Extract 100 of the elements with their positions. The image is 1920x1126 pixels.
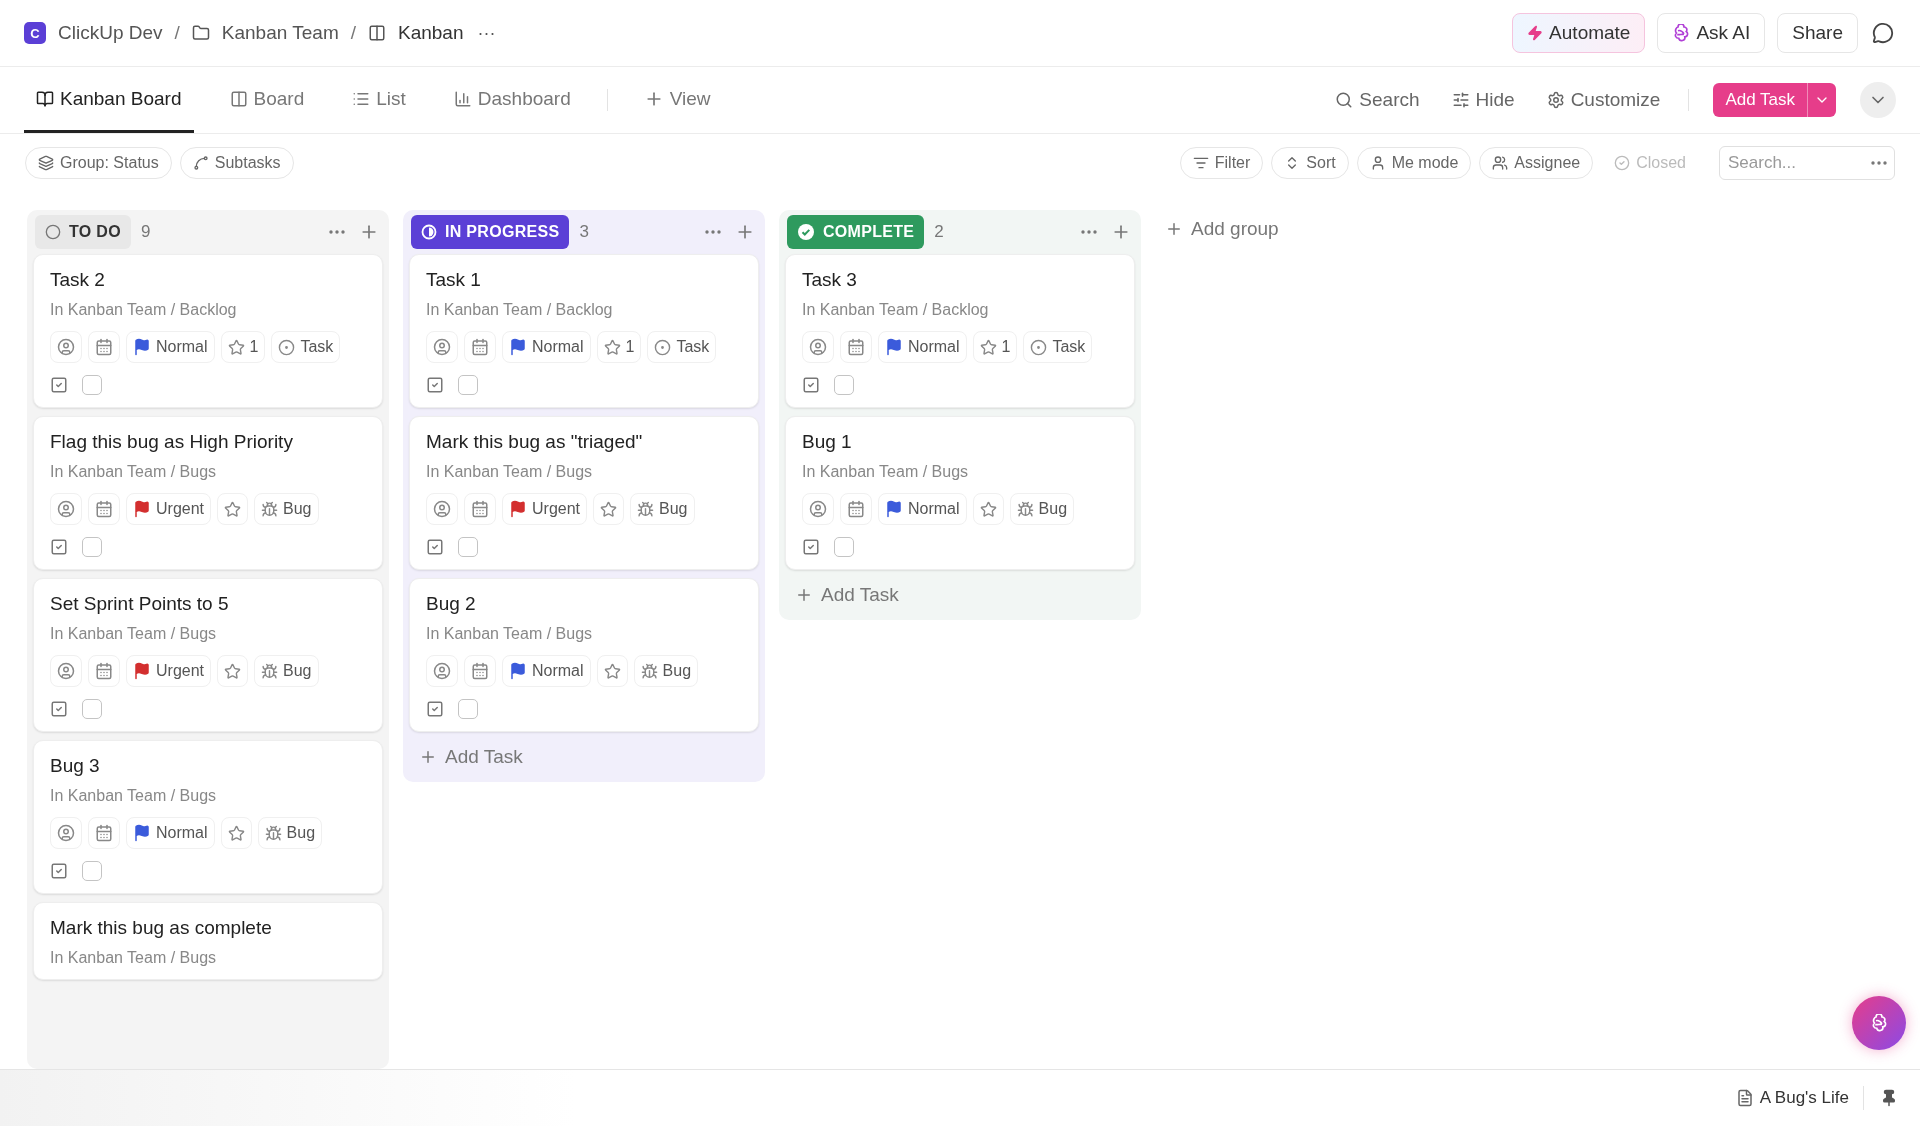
select-checkbox[interactable] [82,699,102,719]
select-checkbox[interactable] [458,699,478,719]
task-card[interactable]: Bug 3 In Kanban Team / Bugs Normal Bug [33,740,383,894]
breadcrumb-link[interactable]: Kanban Team [221,22,339,44]
priority-chip[interactable]: Urgent [126,655,212,687]
priority-chip[interactable]: Normal [502,331,591,363]
sort-button[interactable]: Sort [1271,147,1349,179]
more-button[interactable] [327,228,347,236]
sprint-points-chip[interactable]: 1 [972,331,1018,363]
task-card[interactable]: Mark this bug as "triaged" In Kanban Team / Bugs Urgent Bug [409,416,759,570]
task-type-chip[interactable]: Bug [630,493,695,525]
assignee-chip[interactable] [50,331,82,363]
task-type-chip[interactable]: Task [1023,331,1093,363]
priority-chip[interactable]: Normal [126,817,215,849]
priority-chip[interactable]: Normal [878,331,967,363]
priority-chip[interactable]: Normal [126,331,215,363]
due-date-chip[interactable] [464,331,496,363]
select-checkbox[interactable] [82,537,102,557]
due-date-chip[interactable] [88,331,120,363]
assignee-chip[interactable] [426,493,458,525]
task-card[interactable]: Set Sprint Points to 5 In Kanban Team / Bugs Urgent Bug [33,578,383,732]
sprint-points-chip[interactable]: 1 [596,331,642,363]
sprint-points-chip[interactable] [217,655,249,687]
task-card[interactable]: Task 2 In Kanban Team / Backlog Normal 1 Task [33,254,383,408]
workspace-logo[interactable]: C [24,22,46,44]
sprint-points-chip[interactable] [596,655,628,687]
view-tab[interactable]: Kanban Board [24,67,194,133]
task-card[interactable]: Bug 1 In Kanban Team / Bugs Normal Bug [785,416,1135,570]
group-button[interactable]: Group: Status [25,147,172,179]
sprint-points-chip[interactable]: 1 [220,331,266,363]
select-checkbox[interactable] [458,537,478,557]
select-checkbox[interactable] [82,861,102,881]
more-button[interactable] [1079,228,1099,236]
more-button[interactable]: ··· [475,20,498,46]
breadcrumb-link[interactable]: Kanban [398,22,464,44]
subtasks-button[interactable]: Subtasks [179,147,294,179]
automate-button[interactable]: Automate [1512,13,1646,53]
assignee-chip[interactable] [50,817,82,849]
assignee-chip[interactable] [426,331,458,363]
task-type-chip[interactable]: Bug [254,655,319,687]
due-date-chip[interactable] [88,655,120,687]
priority-chip[interactable]: Normal [502,655,591,687]
add-group-button[interactable]: Add group [1155,210,1289,246]
task-type-chip[interactable]: Bug [257,817,323,849]
me-button[interactable]: Me mode [1356,147,1472,179]
view-tab[interactable]: List [340,67,418,133]
task-card[interactable]: Task 3 In Kanban Team / Backlog Normal 1 Task [785,254,1135,408]
task-type-chip[interactable]: Bug [254,493,319,525]
add-task-button[interactable]: Add Task [409,732,759,774]
priority-chip[interactable]: Urgent [502,493,588,525]
due-date-chip[interactable] [464,655,496,687]
due-date-chip[interactable] [464,493,496,525]
view-tab[interactable]: Dashboard [441,67,583,133]
more-button[interactable] [703,228,723,236]
assignee-chip[interactable] [426,655,458,687]
hide-button[interactable]: Hide [1447,67,1519,133]
status-label[interactable]: COMPLETE [787,215,925,249]
assignee-chip[interactable] [802,493,834,525]
view-tab[interactable]: Board [217,67,317,133]
sprint-points-chip[interactable] [217,493,249,525]
task-type-chip[interactable]: Bug [633,655,699,687]
search-button[interactable]: Search [1331,67,1424,133]
assignee-chip[interactable] [50,493,82,525]
task-card[interactable]: Mark this bug as complete In Kanban Team / Bugs [33,902,383,980]
select-checkbox[interactable] [834,537,854,557]
due-date-chip[interactable] [840,493,872,525]
ask-ai-button[interactable]: Ask AI [1657,13,1766,53]
sprint-points-chip[interactable] [593,493,625,525]
task-type-chip[interactable]: Bug [1009,493,1075,525]
add-view-button[interactable]: View [631,67,723,133]
due-date-chip[interactable] [88,493,120,525]
task-type-chip[interactable]: Task [647,331,717,363]
assignee-button[interactable]: Assignee [1479,147,1594,179]
breadcrumb-link[interactable]: ClickUp Dev [58,22,163,44]
chat-button[interactable] [1870,20,1896,46]
status-label[interactable]: TO DO [35,215,131,249]
task-card[interactable]: Flag this bug as High Priority In Kanban Team / Bugs Urgent Bug [33,416,383,570]
more-button[interactable] [1871,161,1887,165]
priority-chip[interactable]: Normal [878,493,967,525]
filter-button[interactable]: Filter [1179,147,1264,179]
share-button[interactable]: Share [1777,13,1858,53]
assignee-chip[interactable] [50,655,82,687]
status-label[interactable]: IN PROGRESS [411,215,570,249]
select-checkbox[interactable] [834,375,854,395]
priority-chip[interactable]: Urgent [126,493,212,525]
task-card[interactable]: Task 1 In Kanban Team / Backlog Normal 1 Task [409,254,759,408]
select-checkbox[interactable] [458,375,478,395]
sprint-points-chip[interactable] [972,493,1004,525]
select-checkbox[interactable] [82,375,102,395]
assignee-chip[interactable] [802,331,834,363]
sprint-points-chip[interactable] [220,817,252,849]
ai-assistant-button[interactable] [1852,996,1906,1050]
due-date-chip[interactable] [88,817,120,849]
due-date-chip[interactable] [840,331,872,363]
task-type-chip[interactable]: Task [271,331,341,363]
task-card[interactable]: Bug 2 In Kanban Team / Bugs Normal Bug [409,578,759,732]
customize-button[interactable]: Customize [1542,67,1665,133]
add-task-button[interactable]: Add Task [785,570,1135,612]
document-link[interactable]: A Bug's Life [1735,1088,1849,1108]
search-field[interactable]: Search... [1719,146,1895,180]
